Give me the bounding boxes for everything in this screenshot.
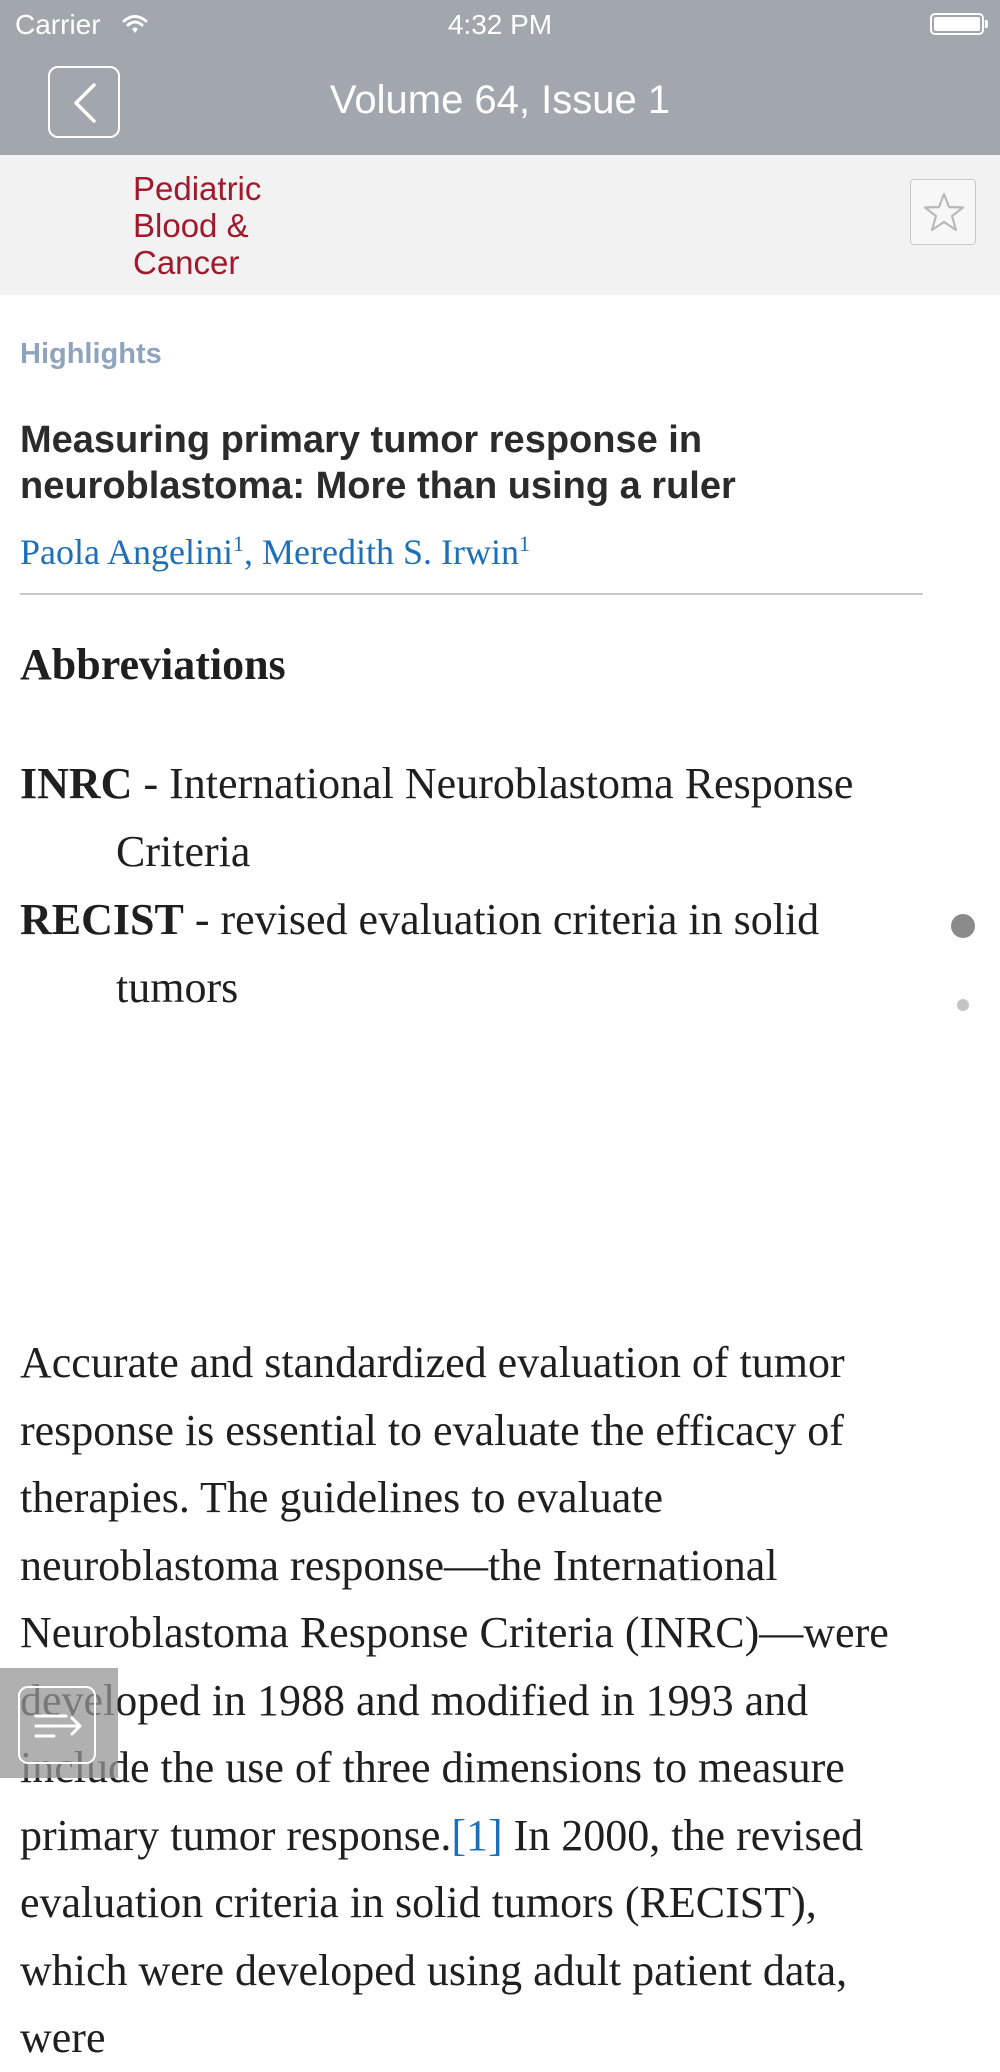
journal-header: Pediatric Blood & Cancer	[0, 155, 1000, 295]
abbreviation-term: RECIST	[20, 895, 184, 944]
divider	[20, 593, 923, 595]
battery-icon	[930, 13, 988, 35]
abbreviation-term: INRC	[20, 759, 133, 808]
page-dot[interactable]	[957, 999, 969, 1011]
abbreviation-item: RECIST - revised evaluation criteria in …	[20, 886, 920, 1022]
author-affiliation: 1	[518, 531, 530, 556]
abbreviation-item: INRC - International Neuroblastoma Respo…	[20, 750, 920, 886]
abbreviations-list: INRC - International Neuroblastoma Respo…	[20, 750, 920, 1022]
table-of-contents-icon	[34, 1714, 82, 1738]
page-dot-active[interactable]	[951, 914, 975, 938]
article-title: Measuring primary tumor response in neur…	[20, 419, 736, 507]
abbreviation-definition: - revised evaluation criteria in solid t…	[116, 895, 820, 1012]
star-icon	[923, 192, 965, 232]
nav-bar: Volume 64, Issue 1	[0, 50, 1000, 155]
nav-title: Volume 64, Issue 1	[329, 78, 671, 122]
author-affiliation: 1	[232, 531, 244, 556]
clock: 4:32 PM	[447, 9, 553, 40]
body-paragraph: Accurate and standardized evaluation of …	[20, 1329, 920, 2072]
abbreviation-definition: - International Neuroblastoma Response C…	[116, 759, 854, 876]
author-link[interactable]: Paola Angelini	[20, 532, 233, 572]
body-text: Accurate and standardized evaluation of …	[20, 1338, 889, 1860]
reference-link[interactable]: [1]	[451, 1811, 502, 1860]
section-label: Highlights	[20, 338, 162, 370]
bookmark-button[interactable]	[910, 179, 976, 245]
journal-logo: Pediatric Blood & Cancer	[133, 170, 261, 281]
journal-name-line: Blood &	[133, 207, 249, 244]
status-bar: Carrier 4:32 PM	[0, 0, 1000, 50]
author-list: Paola Angelini1, Meredith S. Irwin1	[20, 531, 530, 572]
journal-name-line: Cancer	[133, 244, 240, 281]
abbreviations-heading: Abbreviations	[20, 640, 286, 689]
author-link[interactable]: Meredith S. Irwin	[262, 532, 519, 572]
table-of-contents-button[interactable]	[0, 1668, 118, 1778]
journal-name-line: Pediatric	[133, 170, 262, 207]
